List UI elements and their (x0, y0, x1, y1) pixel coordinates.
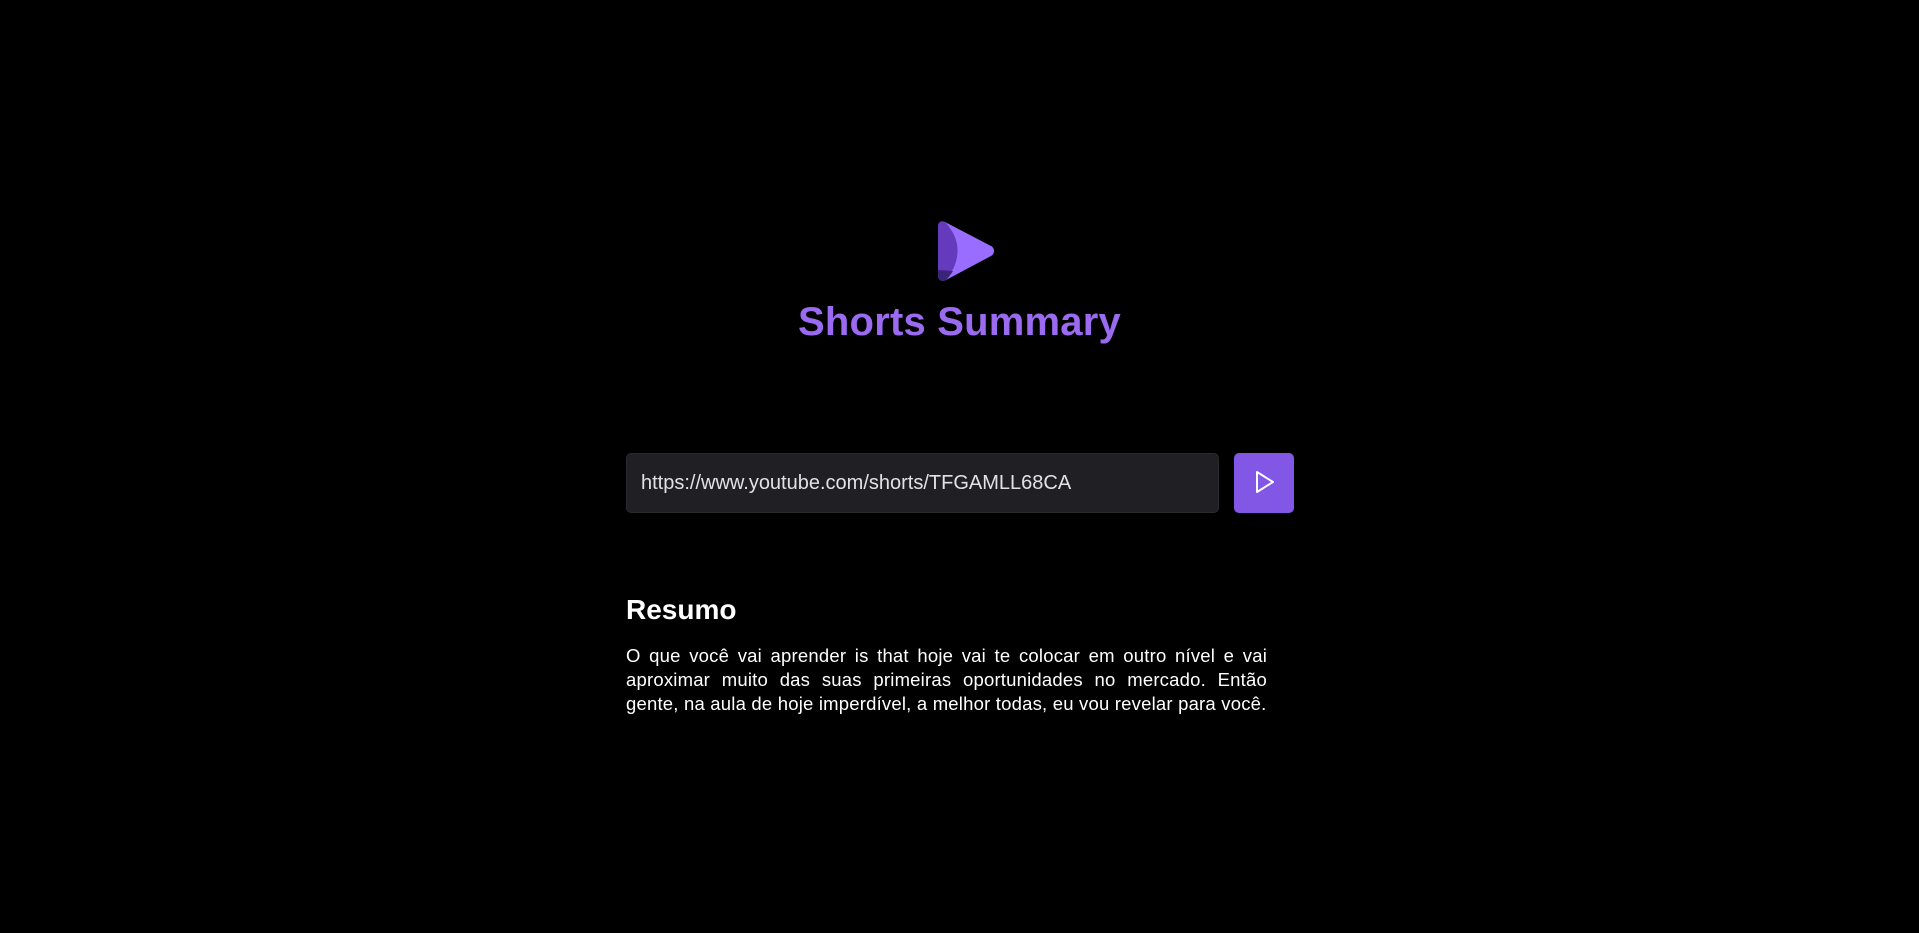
summary-heading: Resumo (626, 594, 737, 625)
play-icon (1250, 468, 1278, 499)
app-root: Shorts Summary Resumo O que você vai apr… (0, 0, 1919, 933)
summary-text: O que você vai aprender is that hoje vai… (626, 645, 1267, 714)
summary-section: Resumo O que você vai aprender is that h… (626, 590, 1267, 716)
url-input[interactable] (626, 453, 1219, 513)
app-title: Shorts Summary (798, 300, 1121, 344)
search-form (626, 453, 1294, 513)
play-logo-icon (937, 220, 995, 282)
submit-button[interactable] (1234, 453, 1294, 513)
